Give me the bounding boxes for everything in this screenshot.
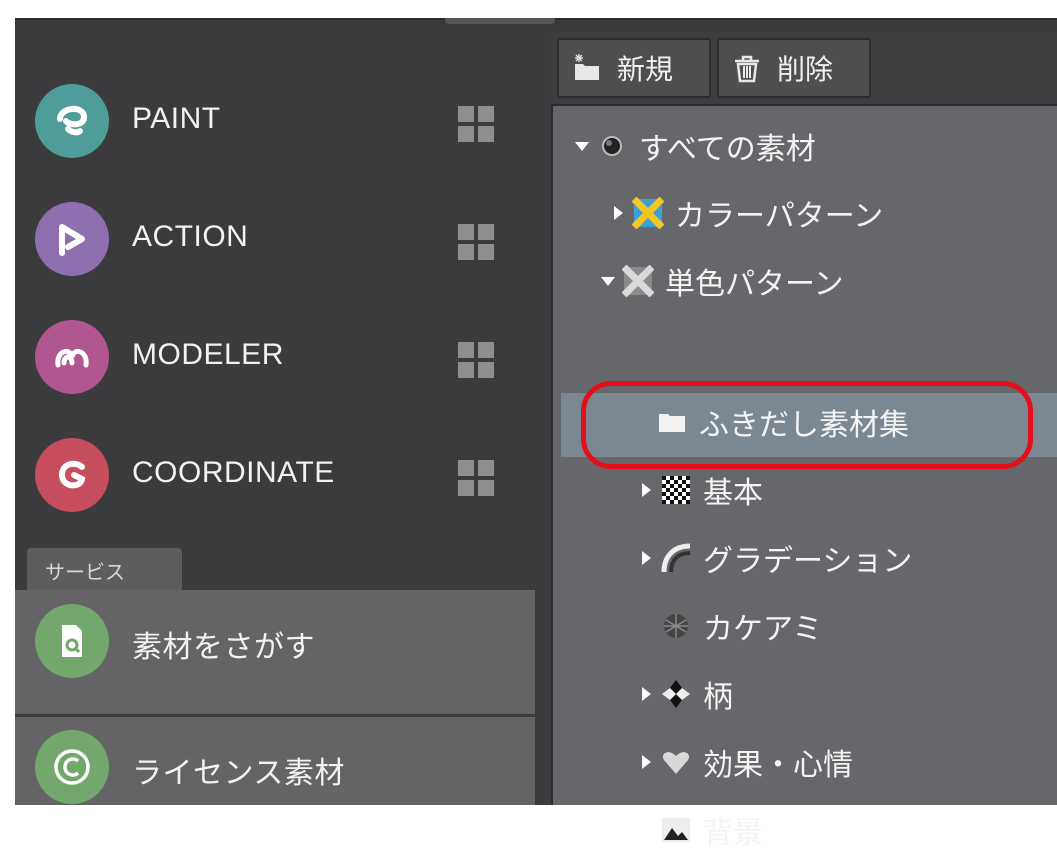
tree-label: 柄 xyxy=(703,680,733,715)
trash-icon xyxy=(735,55,759,83)
material-tree: すべての素材 カラーパターン 単色パターン ふきだし素材集 基本 グラデーション… xyxy=(551,104,1057,851)
kakeami-icon xyxy=(659,609,693,643)
app-label-modeler: MODELER xyxy=(132,338,284,371)
tree-item-basic[interactable]: 基本 xyxy=(637,460,763,520)
collapse-arrow-icon[interactable] xyxy=(637,549,655,567)
tree-label: 基本 xyxy=(703,476,763,511)
copyright-icon xyxy=(35,730,109,804)
tree-label: すべての素材 xyxy=(639,132,816,167)
color-pattern-icon xyxy=(631,196,665,230)
app-row-modeler[interactable]: MODELER xyxy=(15,310,535,420)
app-row-paint[interactable]: PAINT xyxy=(15,74,535,184)
app-label-paint: PAINT xyxy=(132,102,221,135)
service-item-search-material[interactable]: 素材をさがす xyxy=(15,594,535,704)
collapse-arrow-icon[interactable] xyxy=(637,753,655,771)
new-button-label: 新規 xyxy=(617,53,674,86)
tree-item-pattern[interactable]: 柄 xyxy=(637,664,733,724)
app-grid-icon[interactable] xyxy=(458,342,494,378)
material-panel: 新規 削除 すべての素材 カラーパターン 単色パターン ふきだし素材集 基本 グ… xyxy=(551,32,1057,851)
tree-item-background[interactable]: 背景 xyxy=(637,800,763,860)
new-folder-button[interactable]: 新規 xyxy=(557,38,711,98)
modeler-logo-icon xyxy=(35,320,109,394)
collapse-arrow-icon[interactable] xyxy=(609,204,627,222)
app-row-coordinate[interactable]: COORDINATE xyxy=(15,428,535,538)
app-label-action: ACTION xyxy=(132,220,249,253)
top-notch xyxy=(445,18,555,24)
tree-label: 単色パターン xyxy=(665,267,844,302)
material-toolbar: 新規 削除 xyxy=(551,32,1057,102)
app-grid-icon[interactable] xyxy=(458,106,494,142)
tree-item-color-pattern[interactable]: カラーパターン xyxy=(609,183,883,243)
tree-label: 背景 xyxy=(703,816,763,851)
all-materials-icon xyxy=(595,129,629,163)
action-logo-icon xyxy=(35,202,109,276)
tree-label: カケアミ xyxy=(703,612,823,647)
window-top-edge xyxy=(15,18,1057,32)
app-label-coordinate: COORDINATE xyxy=(132,456,335,489)
service-item-licensed-material[interactable]: ライセンス素材 xyxy=(15,720,535,830)
tree-item-mono-pattern[interactable]: 単色パターン xyxy=(599,251,844,311)
tree-label: カラーパターン xyxy=(675,199,884,234)
tab-services[interactable]: サービス xyxy=(27,548,182,590)
window: PAINT ACTION MODELER COORDINATE サービス 素材を… xyxy=(0,0,1057,851)
service-label-licensed-material: ライセンス素材 xyxy=(132,757,345,790)
tree-item-gradation[interactable]: グラデーション xyxy=(637,528,912,588)
app-grid-icon[interactable] xyxy=(458,224,494,260)
tree-item-effect-emotion[interactable]: 効果・心情 xyxy=(637,732,853,792)
mono-pattern-icon xyxy=(621,264,655,298)
new-folder-icon xyxy=(575,54,599,80)
collapse-arrow-icon[interactable] xyxy=(637,481,655,499)
collapse-arrow-icon[interactable] xyxy=(637,821,655,839)
service-label-search-material: 素材をさがす xyxy=(132,631,315,664)
tree-label: グラデーション xyxy=(703,544,913,579)
app-grid-icon[interactable] xyxy=(458,460,494,496)
background-icon xyxy=(659,813,693,847)
app-launcher-panel: PAINT ACTION MODELER COORDINATE サービス 素材を… xyxy=(15,32,535,805)
gradation-icon xyxy=(659,541,693,575)
divider xyxy=(15,714,535,717)
paint-logo-icon xyxy=(35,84,109,158)
tree-item-all-materials[interactable]: すべての素材 xyxy=(573,116,816,176)
collapse-arrow-icon[interactable] xyxy=(637,685,655,703)
tree-item-kakeami[interactable]: カケアミ xyxy=(659,596,822,656)
app-row-action[interactable]: ACTION xyxy=(15,192,535,302)
highlight-annotation-ring xyxy=(581,381,1033,469)
pattern-icon xyxy=(659,677,693,711)
delete-button[interactable]: 削除 xyxy=(717,38,871,98)
heart-icon xyxy=(659,745,693,779)
coordinate-logo-icon xyxy=(35,438,109,512)
expand-arrow-icon[interactable] xyxy=(573,137,591,155)
delete-button-label: 削除 xyxy=(777,53,834,86)
tree-label: 効果・心情 xyxy=(703,748,853,783)
search-material-icon xyxy=(35,604,109,678)
panel-divider[interactable] xyxy=(535,32,551,805)
checker-icon xyxy=(659,473,693,507)
expand-arrow-icon[interactable] xyxy=(599,272,617,290)
